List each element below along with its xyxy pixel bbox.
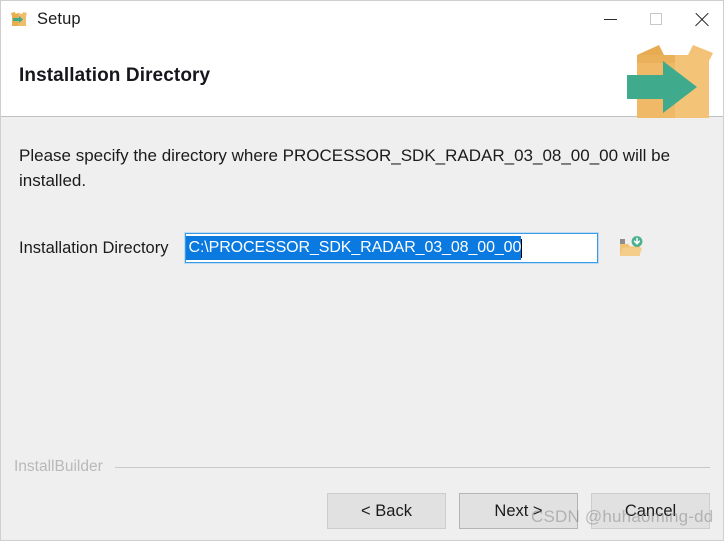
installbuilder-brand: InstallBuilder (14, 458, 714, 476)
next-button[interactable]: Next > (459, 493, 578, 529)
page-title: Installation Directory (19, 65, 211, 86)
back-button[interactable]: < Back (327, 493, 446, 529)
installation-directory-value: C:\PROCESSOR_SDK_RADAR_03_08_00_00 (186, 236, 521, 260)
content-area: Please specify the directory where PROCE… (1, 118, 723, 540)
installation-directory-input[interactable]: C:\PROCESSOR_SDK_RADAR_03_08_00_00 (184, 232, 600, 264)
intro-text: Please specify the directory where PROCE… (19, 146, 671, 190)
brand-divider (114, 466, 710, 468)
dialog-buttons: < Back Next > Cancel (327, 493, 723, 529)
installation-directory-row: Installation Directory C:\PROCESSOR_SDK_… (19, 231, 699, 265)
installer-box-arrow-logo (615, 31, 719, 123)
installbuilder-label: InstallBuilder (14, 458, 103, 475)
installation-directory-label: Installation Directory (19, 238, 169, 257)
cancel-button[interactable]: Cancel (591, 493, 710, 529)
text-caret (521, 238, 523, 258)
window-title: Setup (37, 9, 81, 28)
installer-box-icon (10, 11, 28, 28)
page-header: Installation Directory (1, 37, 723, 119)
setup-window: Setup Installation Directory Please spec… (0, 0, 724, 541)
folder-browse-icon[interactable] (617, 235, 643, 261)
